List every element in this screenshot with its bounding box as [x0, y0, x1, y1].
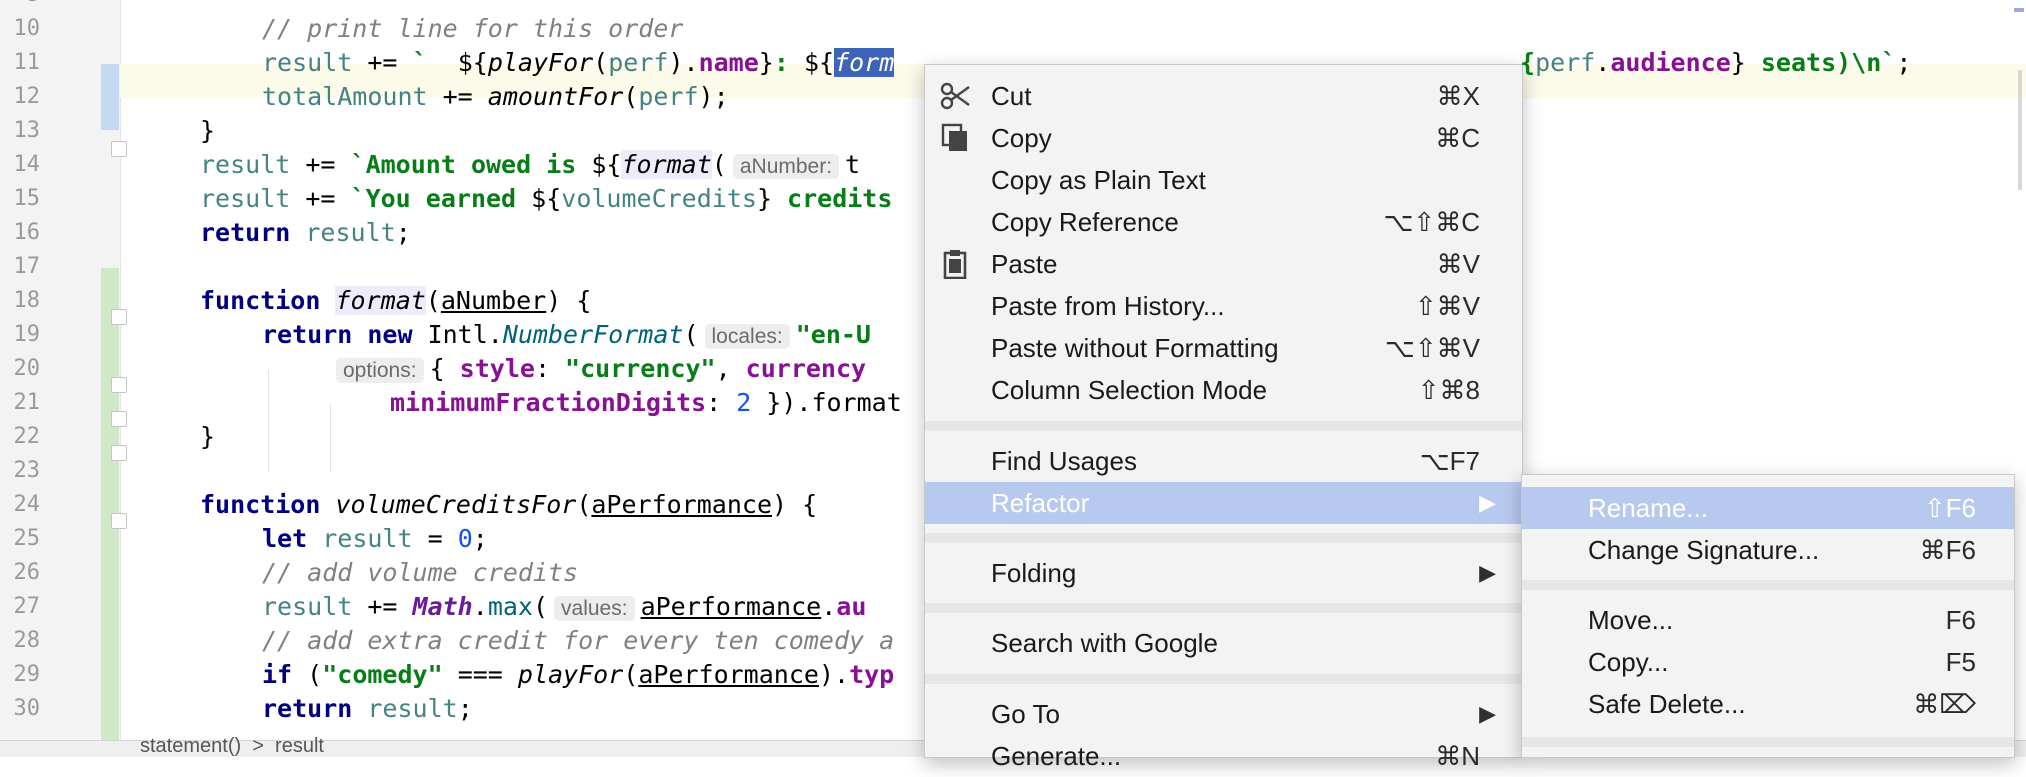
- line-number: 27: [13, 594, 41, 619]
- menu-item-search-with-google[interactable]: Search with Google: [925, 622, 1522, 664]
- breadcrumb[interactable]: statement() > result: [140, 735, 324, 758]
- line-number: 14: [13, 152, 41, 177]
- scissors-icon: [940, 82, 970, 110]
- code-line-25[interactable]: let result = 0;: [262, 522, 488, 556]
- menu-separator: [925, 603, 1522, 613]
- fold-marker[interactable]: [111, 377, 127, 393]
- line-number: 15: [13, 186, 41, 211]
- menu-item-copy-plain-text[interactable]: Copy as Plain Text: [925, 159, 1522, 201]
- menu-item-generate[interactable]: Generate... ⌘N: [925, 735, 1522, 777]
- fold-marker[interactable]: [111, 141, 127, 157]
- menu-item-folding[interactable]: Folding ▶: [925, 552, 1522, 594]
- line-number: 13: [13, 118, 41, 143]
- menu-item-paste-from-history[interactable]: Paste from History... ⇧⌘V: [925, 285, 1522, 327]
- menu-item-paste-without-formatting[interactable]: Paste without Formatting ⌥⇧⌘V: [925, 327, 1522, 369]
- menu-separator: [1522, 580, 2014, 590]
- menu-separator: [925, 421, 1522, 431]
- submenu-item-safe-delete[interactable]: Safe Delete... ⌘⌦: [1522, 683, 2014, 725]
- copy-icon: [941, 123, 967, 151]
- code-line-18[interactable]: function format(aNumber) {: [200, 284, 591, 318]
- clipboard-icon: [943, 250, 967, 279]
- code-line-19[interactable]: return new Intl.NumberFormat(locales: "en…: [262, 318, 871, 352]
- code-line-26[interactable]: // add volume credits: [262, 556, 578, 590]
- code-line-13[interactable]: }: [200, 114, 215, 148]
- code-line-10[interactable]: // print line for this order: [262, 12, 683, 46]
- line-number: 28: [13, 628, 41, 653]
- param-hint: locales:: [704, 324, 790, 349]
- code-line-16[interactable]: return result;: [200, 216, 411, 250]
- fold-marker[interactable]: [111, 309, 127, 325]
- code-line-22[interactable]: }: [200, 420, 215, 454]
- code-line-14[interactable]: result += `Amount owed is ${format(aNumb…: [200, 148, 860, 182]
- menu-separator: [925, 674, 1522, 684]
- selected-text[interactable]: form: [834, 48, 895, 77]
- code-line-15[interactable]: result += `You earned ${volumeCredits} c…: [200, 182, 892, 216]
- code-line-30[interactable]: return result;: [262, 692, 473, 726]
- line-number: 23: [13, 458, 41, 483]
- menu-item-paste[interactable]: Paste ⌘V: [925, 243, 1522, 285]
- fold-marker[interactable]: [111, 445, 127, 461]
- line-number: 19: [13, 322, 41, 347]
- line-number: 22: [13, 424, 41, 449]
- scrollbar-thumb[interactable]: [2018, 70, 2022, 190]
- line-number: 17: [13, 254, 41, 279]
- indent-guide: [330, 404, 331, 472]
- vcs-modified-marker: [101, 64, 119, 130]
- menu-item-refactor[interactable]: Refactor ▶: [925, 482, 1522, 524]
- submenu-item-move[interactable]: Move... F6: [1522, 599, 2014, 641]
- code-line-20[interactable]: options:{ style: "currency", currency: [330, 352, 866, 386]
- scroll-marker[interactable]: [2014, 8, 2024, 12]
- line-number: 11: [13, 50, 41, 75]
- code-line-12[interactable]: totalAmount += amountFor(perf);: [262, 80, 729, 114]
- code-line-29[interactable]: if ("comedy" === playFor(aPerformance).t…: [262, 658, 894, 692]
- line-number: 25: [13, 526, 41, 551]
- line-number: 18: [13, 288, 41, 313]
- line-number: 20: [13, 356, 41, 381]
- line-number: 30: [13, 696, 41, 721]
- indent-guide: [268, 370, 269, 472]
- menu-separator: [925, 533, 1522, 543]
- param-hint: values:: [554, 596, 635, 621]
- line-number: 9: [0, 0, 40, 12]
- menu-item-copy[interactable]: Copy ⌘C: [925, 117, 1522, 159]
- line-number: 10: [13, 16, 41, 41]
- menu-separator: [1522, 737, 2014, 747]
- submenu-arrow-icon: ▶: [1479, 490, 1496, 515]
- menu-item-find-usages[interactable]: Find Usages ⌥F7: [925, 440, 1522, 482]
- line-number: 21: [13, 390, 41, 415]
- fold-marker[interactable]: [111, 513, 127, 529]
- fold-marker[interactable]: [111, 411, 127, 427]
- refactor-submenu[interactable]: Rename... ⇧F6 Change Signature... ⌘F6 Move…: [1521, 474, 2015, 758]
- code-line-11-tail[interactable]: {perf.audience} seats)\n`;: [1520, 46, 1911, 80]
- line-number: 12: [13, 84, 41, 109]
- param-hint: aNumber:: [732, 154, 840, 179]
- menu-item-copy-reference[interactable]: Copy Reference ⌥⇧⌘C: [925, 201, 1522, 243]
- line-number: 24: [13, 492, 41, 517]
- line-number: 26: [13, 560, 41, 585]
- code-line-24[interactable]: function volumeCreditsFor(aPerformance) …: [200, 488, 817, 522]
- vcs-added-marker: [101, 268, 119, 740]
- submenu-item-rename[interactable]: Rename... ⇧F6: [1522, 487, 2014, 529]
- submenu-arrow-icon: ▶: [1479, 560, 1496, 585]
- submenu-arrow-icon: ▶: [1479, 701, 1496, 726]
- code-line-28[interactable]: // add extra credit for every ten comedy…: [262, 624, 894, 658]
- context-menu[interactable]: Cut ⌘X Copy ⌘C Copy as Plain Text Copy Ref…: [924, 64, 1523, 771]
- submenu-item-copy[interactable]: Copy... F5: [1522, 641, 2014, 683]
- line-number: 16: [13, 220, 41, 245]
- code-line-27[interactable]: result += Math.max(values: aPerformance.a…: [262, 590, 866, 624]
- submenu-item-change-signature[interactable]: Change Signature... ⌘F6: [1522, 529, 2014, 571]
- line-number: 29: [13, 662, 41, 687]
- param-hint: options:: [336, 358, 424, 383]
- code-line-21[interactable]: minimumFractionDigits: 2 }).format: [390, 386, 902, 420]
- code-line-11[interactable]: result += ` ${playFor(perf).name}: ${for…: [262, 46, 895, 80]
- menu-item-column-selection-mode[interactable]: Column Selection Mode ⇧⌘8: [925, 369, 1522, 411]
- menu-item-cut[interactable]: Cut ⌘X: [925, 75, 1522, 117]
- menu-item-go-to[interactable]: Go To ▶: [925, 693, 1522, 735]
